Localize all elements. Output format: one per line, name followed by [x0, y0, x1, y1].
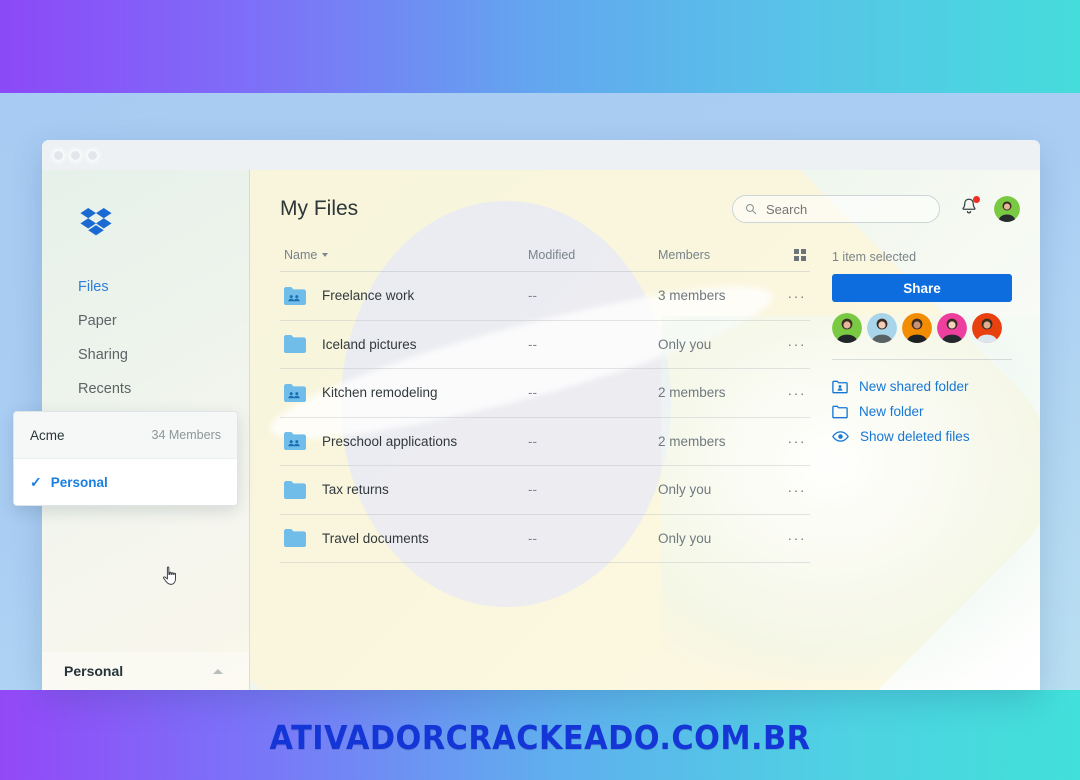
shared-folder-icon: [284, 286, 306, 305]
sidebar-item-recents[interactable]: Recents: [42, 372, 249, 406]
file-name: Iceland pictures: [322, 336, 417, 352]
top-gradient-band: [0, 0, 1080, 93]
cursor-pointer-icon: [162, 566, 176, 585]
table-row[interactable]: Tax returns -- Only you ···: [280, 466, 810, 515]
folder-icon: [284, 529, 306, 548]
row-menu-button[interactable]: ···: [776, 482, 810, 498]
avatar[interactable]: [902, 313, 932, 343]
avatar[interactable]: [972, 313, 1002, 343]
file-name: Travel documents: [322, 530, 429, 546]
file-name: Freelance work: [322, 288, 415, 304]
window-titlebar: [42, 140, 1040, 170]
sort-caret-icon[interactable]: [322, 253, 329, 257]
switcher-item-personal[interactable]: ✓ Personal: [14, 459, 237, 505]
sidebar-item-files[interactable]: Files: [42, 270, 249, 304]
search-icon: [745, 203, 757, 215]
file-members: Only you: [658, 336, 712, 352]
file-members: Only you: [658, 530, 712, 546]
link-label: New folder: [859, 404, 924, 419]
table-row[interactable]: Preschool applications -- 2 members ···: [280, 418, 810, 466]
minimize-icon[interactable]: [71, 150, 80, 160]
page-header: My Files: [280, 170, 1040, 248]
row-menu-button[interactable]: ···: [776, 288, 810, 304]
search-input[interactable]: [764, 200, 888, 218]
file-modified: --: [528, 385, 537, 401]
shared-folder-icon: [832, 380, 848, 394]
file-name: Preschool applications: [322, 433, 458, 449]
site-watermark: ATIVADORCRACKEADO.COM.BR: [269, 718, 811, 757]
column-header-members[interactable]: Members: [658, 248, 776, 262]
table-row[interactable]: Travel documents -- Only you ···: [280, 515, 810, 563]
file-members: Only you: [658, 482, 712, 498]
new-shared-folder-button[interactable]: New shared folder: [832, 374, 1012, 399]
share-button[interactable]: Share: [832, 274, 1012, 302]
grid-view-icon[interactable]: [793, 248, 806, 262]
file-name: Tax returns: [322, 482, 389, 498]
file-modified: --: [528, 288, 537, 304]
switcher-item-team[interactable]: Acme 34 Members: [14, 412, 237, 459]
sidebar-item-paper[interactable]: Paper: [42, 304, 249, 338]
avatar[interactable]: [832, 313, 862, 343]
selection-status: 1 item selected: [832, 250, 917, 264]
file-modified: --: [528, 530, 537, 546]
account-switcher-menu: Acme 34 Members ✓ Personal: [13, 411, 238, 506]
notification-badge: [973, 196, 980, 203]
table-row[interactable]: Freelance work -- 3 members ···: [280, 272, 810, 321]
avatar[interactable]: [994, 196, 1020, 222]
file-name: Kitchen remodeling: [322, 385, 438, 401]
shared-folder-icon: [284, 432, 306, 451]
show-deleted-files-button[interactable]: Show deleted files: [832, 424, 1012, 449]
file-members: 2 members: [658, 385, 726, 401]
file-members: 2 members: [658, 433, 726, 449]
file-list: Name Modified Members Freelance work -- 3 …: [280, 248, 810, 563]
row-menu-button[interactable]: ···: [776, 385, 810, 401]
account-switcher-button[interactable]: Personal: [42, 652, 249, 690]
link-label: Show deleted files: [860, 429, 970, 444]
new-folder-button[interactable]: New folder: [832, 399, 1012, 424]
chevron-up-icon: [213, 668, 223, 674]
file-list-header: Name Modified Members: [280, 248, 810, 272]
team-member-count: 34 Members: [151, 428, 221, 442]
dropbox-logo[interactable]: [80, 208, 112, 236]
file-members: 3 members: [658, 288, 726, 304]
team-name: Acme: [30, 427, 65, 443]
sidebar-item-label: Sharing: [78, 347, 128, 363]
row-menu-button[interactable]: ···: [776, 336, 810, 352]
account-switcher-label: Personal: [64, 663, 124, 679]
row-menu-button[interactable]: ···: [776, 433, 810, 449]
search-box[interactable]: [732, 195, 940, 223]
row-menu-button[interactable]: ···: [776, 530, 810, 546]
folder-icon: [284, 335, 306, 354]
sidebar-item-label: Recents: [78, 381, 132, 397]
page-title: My Files: [280, 197, 359, 220]
table-row[interactable]: Kitchen remodeling -- 2 members ···: [280, 369, 810, 418]
avatar[interactable]: [867, 313, 897, 343]
notifications-button[interactable]: [960, 196, 980, 221]
file-modified: --: [528, 433, 537, 449]
table-row[interactable]: Iceland pictures -- Only you ···: [280, 321, 810, 369]
sidebar-item-label: Files: [78, 279, 109, 295]
column-header-modified[interactable]: Modified: [528, 248, 658, 262]
folder-icon: [832, 405, 848, 419]
folder-icon: [284, 480, 306, 499]
file-modified: --: [528, 336, 537, 352]
close-icon[interactable]: [54, 150, 63, 160]
shared-folder-icon: [284, 383, 306, 402]
personal-name: Personal: [50, 474, 108, 490]
check-icon: ✓: [30, 473, 42, 490]
column-header-name[interactable]: Name: [284, 248, 317, 262]
file-modified: --: [528, 482, 537, 498]
details-panel: 1 item selected Share New shared folder: [832, 248, 1012, 563]
file-rows: Freelance work -- 3 members ··· Iceland pict…: [280, 272, 810, 563]
sidebar-item-sharing[interactable]: Sharing: [42, 338, 249, 372]
link-label: New shared folder: [859, 379, 969, 394]
avatar[interactable]: [937, 313, 967, 343]
member-avatars: [832, 313, 1012, 343]
main-content: My Files Search Name Modified Members Fr…: [250, 170, 1040, 690]
sidebar-item-label: Paper: [78, 313, 117, 329]
divider: [832, 359, 1012, 360]
eye-icon: [832, 431, 849, 442]
maximize-icon[interactable]: [88, 150, 97, 160]
